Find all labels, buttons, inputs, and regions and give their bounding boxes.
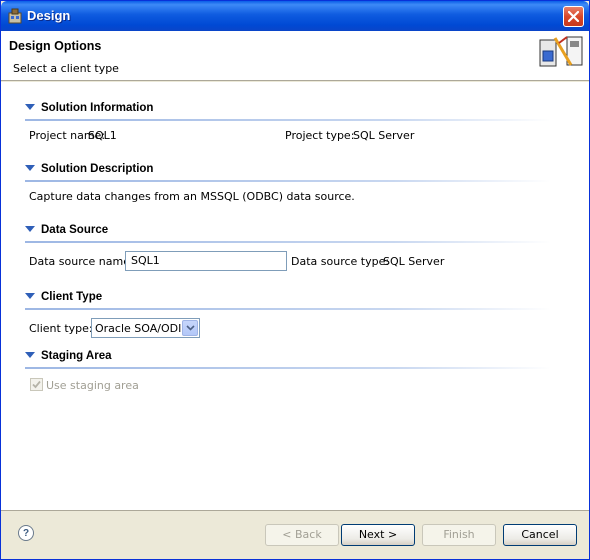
client-type-dropdown-button[interactable] bbox=[182, 320, 198, 336]
project-type-label: Project type: bbox=[285, 129, 355, 142]
project-type-value: SQL Server bbox=[353, 129, 415, 142]
section-heading: Data Source bbox=[41, 224, 109, 236]
wizard-image bbox=[539, 36, 583, 67]
use-staging-area-checkbox[interactable] bbox=[30, 378, 43, 391]
checkmark-icon bbox=[32, 380, 41, 389]
section-collapse-icon[interactable] bbox=[25, 226, 35, 232]
section-divider bbox=[25, 367, 551, 369]
chevron-down-icon bbox=[185, 325, 195, 331]
section-divider bbox=[25, 308, 551, 310]
wizard-header: Design Options Select a client type bbox=[1, 31, 589, 81]
close-button[interactable] bbox=[563, 6, 584, 27]
section-heading: Staging Area bbox=[41, 350, 112, 362]
section-divider bbox=[25, 241, 551, 243]
section-collapse-icon[interactable] bbox=[25, 293, 35, 299]
data-source-name-field[interactable]: SQL1 bbox=[125, 251, 287, 271]
section-client-type[interactable]: Client Type bbox=[25, 291, 102, 303]
close-icon bbox=[568, 11, 579, 22]
section-solution-information[interactable]: Solution Information bbox=[25, 102, 153, 114]
cancel-button[interactable]: Cancel bbox=[503, 524, 577, 546]
section-divider bbox=[25, 180, 551, 182]
project-name-value: SQL1 bbox=[88, 129, 117, 142]
finish-button[interactable]: Finish bbox=[422, 524, 496, 546]
section-heading: Solution Description bbox=[41, 163, 154, 175]
back-button[interactable]: < Back bbox=[265, 524, 339, 546]
use-staging-area-label: Use staging area bbox=[46, 379, 139, 392]
section-heading: Client Type bbox=[41, 291, 103, 303]
section-heading: Solution Information bbox=[41, 102, 154, 114]
design-dialog: Design Design Options Select a client ty… bbox=[0, 0, 590, 560]
window-title: Design bbox=[27, 8, 71, 23]
section-data-source[interactable]: Data Source bbox=[25, 224, 108, 236]
solution-description-text: Capture data changes from an MSSQL (ODBC… bbox=[29, 190, 355, 203]
section-divider bbox=[25, 119, 551, 121]
section-collapse-icon[interactable] bbox=[25, 352, 35, 358]
section-staging-area[interactable]: Staging Area bbox=[25, 350, 112, 362]
title-bar[interactable]: Design bbox=[1, 1, 589, 31]
help-icon[interactable]: ? bbox=[18, 525, 34, 541]
data-source-type-label: Data source type: bbox=[291, 255, 390, 268]
app-icon bbox=[8, 8, 22, 24]
section-collapse-icon[interactable] bbox=[25, 104, 35, 110]
page-subtitle: Select a client type bbox=[13, 62, 119, 75]
page-title: Design Options bbox=[9, 39, 102, 53]
client-type-selected: Oracle SOA/ODI bbox=[95, 322, 182, 335]
next-button[interactable]: Next > bbox=[341, 524, 415, 546]
section-solution-description[interactable]: Solution Description bbox=[25, 163, 153, 175]
button-bar: ? < Back Next > Finish Cancel bbox=[1, 510, 589, 559]
wizard-content: Solution Information Project name: SQL1 … bbox=[1, 82, 589, 510]
client-type-select[interactable]: Oracle SOA/ODI bbox=[91, 318, 200, 338]
data-source-name-label: Data source name: bbox=[29, 255, 134, 268]
data-source-type-value: SQL Server bbox=[383, 255, 445, 268]
section-collapse-icon[interactable] bbox=[25, 165, 35, 171]
client-type-label: Client type: bbox=[29, 322, 93, 335]
